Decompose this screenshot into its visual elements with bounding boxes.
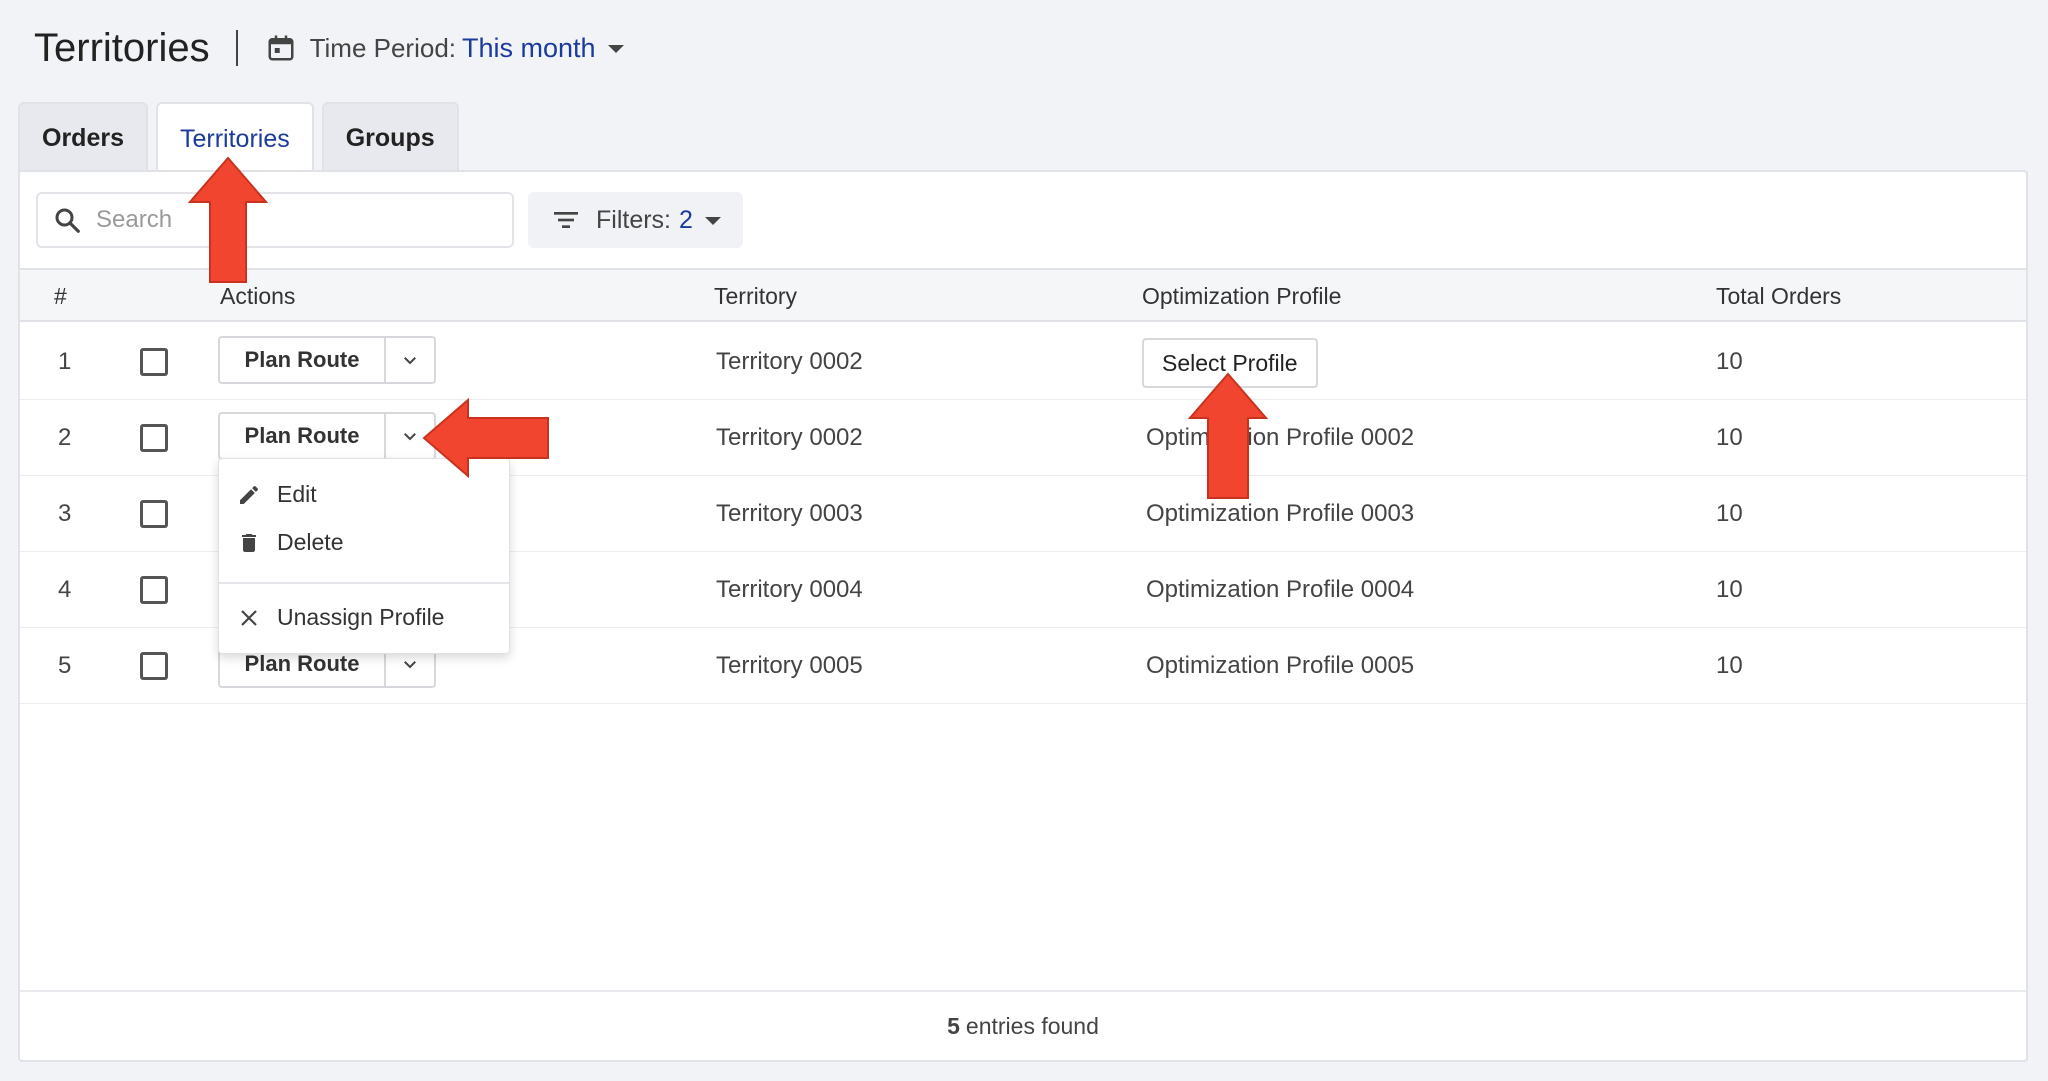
row-checkbox[interactable] bbox=[140, 424, 168, 452]
territory-name: Territory 0004 bbox=[716, 576, 863, 603]
total-orders: 10 bbox=[1716, 348, 1743, 375]
row-number: 2 bbox=[58, 424, 72, 451]
calendar-icon[interactable] bbox=[266, 33, 296, 63]
optimization-profile[interactable]: Optimization Profile 0002 bbox=[1146, 424, 1414, 452]
table-header: # Actions Territory Optimization Profile… bbox=[20, 268, 2026, 322]
time-period-dropdown[interactable]: This month bbox=[462, 33, 596, 64]
tab-groups[interactable]: Groups bbox=[321, 102, 459, 172]
filters-count: 2 bbox=[679, 205, 693, 234]
column-header-actions: Actions bbox=[220, 283, 296, 309]
optimization-profile[interactable]: Optimization Profile 0004 bbox=[1146, 576, 1414, 604]
actions-dropdown-menu: Edit Delete Unassign Profile bbox=[218, 458, 510, 654]
total-orders: 10 bbox=[1716, 500, 1743, 527]
filter-icon bbox=[554, 212, 578, 228]
chevron-down-icon bbox=[404, 433, 416, 441]
annotation-arrow-up bbox=[1188, 372, 1268, 499]
row-number: 4 bbox=[58, 576, 72, 603]
column-header-total-orders[interactable]: Total Orders bbox=[1716, 283, 1841, 310]
caret-down-icon[interactable] bbox=[607, 45, 624, 53]
annotation-arrow-left bbox=[422, 398, 549, 478]
entries-found-label: entries found bbox=[965, 1012, 1099, 1039]
search-icon bbox=[55, 208, 80, 233]
close-icon bbox=[241, 609, 257, 626]
territory-name: Territory 0005 bbox=[716, 652, 863, 679]
menu-item-edit-label: Edit bbox=[277, 481, 317, 507]
page-title: Territories bbox=[34, 25, 210, 70]
actions-dropdown-toggle[interactable] bbox=[386, 338, 434, 382]
plan-route-split-button: Plan Route bbox=[218, 412, 436, 460]
row-number: 5 bbox=[58, 652, 72, 679]
menu-item-edit[interactable]: Edit bbox=[237, 481, 317, 508]
row-checkbox[interactable] bbox=[140, 652, 168, 680]
header-divider bbox=[235, 30, 238, 66]
annotation-arrow-up bbox=[188, 156, 268, 283]
column-header-number: # bbox=[54, 283, 67, 309]
pencil-icon bbox=[240, 485, 259, 504]
plan-route-button[interactable]: Plan Route bbox=[220, 414, 386, 458]
row-number: 3 bbox=[58, 500, 72, 527]
total-orders: 10 bbox=[1716, 424, 1743, 451]
filters-label: Filters: bbox=[596, 205, 671, 234]
territory-name: Territory 0003 bbox=[716, 500, 863, 527]
table-row: 1 Plan Route Territory 0002 Select Profi… bbox=[20, 324, 2026, 400]
chevron-down-icon bbox=[404, 661, 416, 669]
chevron-down-icon bbox=[404, 357, 416, 365]
page-header: Territories Time Period: This month bbox=[34, 18, 624, 78]
time-period-label: Time Period: bbox=[309, 32, 457, 63]
search-box[interactable] bbox=[36, 192, 514, 248]
menu-item-delete-label: Delete bbox=[277, 529, 344, 555]
menu-item-unassign-profile-label: Unassign Profile bbox=[277, 604, 445, 630]
toolbar: Filters: 2 bbox=[36, 192, 743, 248]
optimization-profile[interactable]: Optimization Profile 0003 bbox=[1146, 500, 1414, 528]
total-orders: 10 bbox=[1716, 576, 1743, 603]
menu-item-delete[interactable]: Delete bbox=[237, 529, 343, 556]
menu-item-unassign-profile[interactable]: Unassign Profile bbox=[237, 604, 444, 631]
territory-name: Territory 0002 bbox=[716, 348, 863, 375]
column-header-territory[interactable]: Territory bbox=[714, 283, 797, 310]
optimization-profile[interactable]: Optimization Profile 0005 bbox=[1146, 652, 1414, 680]
row-number: 1 bbox=[58, 348, 72, 375]
menu-divider bbox=[219, 582, 509, 584]
tab-orders[interactable]: Orders bbox=[18, 102, 148, 172]
row-checkbox[interactable] bbox=[140, 500, 168, 528]
filters-button[interactable]: Filters: 2 bbox=[528, 192, 743, 248]
row-checkbox[interactable] bbox=[140, 576, 168, 604]
row-checkbox[interactable] bbox=[140, 348, 168, 376]
total-orders: 10 bbox=[1716, 652, 1743, 679]
table-footer: 5 entries found bbox=[20, 990, 2026, 1060]
column-header-optimization-profile[interactable]: Optimization Profile bbox=[1142, 283, 1341, 310]
entries-count: 5 bbox=[947, 1012, 960, 1039]
plan-route-button[interactable]: Plan Route bbox=[220, 338, 386, 382]
territory-name: Territory 0002 bbox=[716, 424, 863, 451]
plan-route-split-button: Plan Route bbox=[218, 336, 436, 384]
trash-icon bbox=[242, 533, 256, 552]
caret-down-icon bbox=[704, 217, 721, 225]
search-input[interactable] bbox=[96, 206, 476, 234]
main-panel: Filters: 2 # Actions Territory Optimizat… bbox=[18, 170, 2028, 1062]
